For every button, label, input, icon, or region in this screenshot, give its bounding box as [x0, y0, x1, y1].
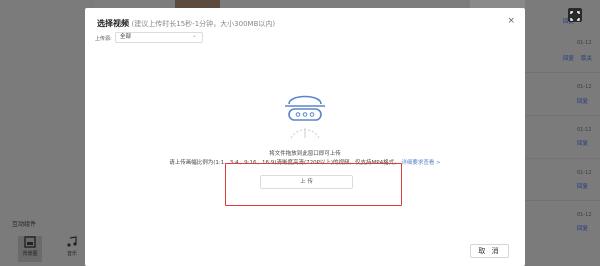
upload-cloud-icon[interactable]	[283, 88, 327, 146]
interactive-components-label: 互动组件	[12, 221, 37, 228]
background-thumbnail	[175, 0, 220, 8]
background-header-strip	[470, 0, 525, 8]
cancel-button[interactable]: 取 消	[470, 244, 509, 258]
list-unfollow-link[interactable]: 取关	[581, 54, 592, 62]
details-link[interactable]: 详细要求查看 >	[401, 160, 440, 166]
background-image-tool[interactable]: 背景图	[18, 236, 42, 262]
list-divider	[525, 72, 600, 73]
upload-source-value: 全部	[120, 34, 132, 40]
highlight-annotation	[225, 163, 402, 206]
list-reply-link[interactable]: 回复	[563, 54, 574, 62]
background-left-panel: 互动组件 背景图 音乐	[0, 0, 94, 266]
close-icon[interactable]: ×	[507, 16, 515, 26]
list-date: 01-12	[577, 40, 592, 46]
list-date: 01-12	[577, 212, 592, 218]
list-date: 01-12	[577, 127, 592, 133]
dialog-title: 选择视频 (建议上传时长15秒-1分钟，大小300MB以内)	[97, 18, 275, 29]
dialog-title-hint: (建议上传时长15秒-1分钟，大小300MB以内)	[131, 20, 276, 28]
list-reply-link[interactable]: 回复	[577, 182, 588, 190]
dialog-title-text: 选择视频	[97, 19, 129, 28]
upload-source-label: 上传源:	[95, 36, 112, 42]
list-date: 01-12	[577, 170, 592, 176]
drop-instruction: 将文件拖放到此窗口即可上传	[269, 151, 341, 157]
music-tool-label: 音乐	[66, 251, 77, 257]
background-right-panel: 回复 01-12 回复 取关 01-12 回复 01-12 回复 01-12 回…	[525, 0, 600, 266]
list-reply-link[interactable]: 回复	[577, 97, 588, 105]
upload-source-select[interactable]: 全部 ⌄	[115, 32, 203, 43]
music-tool[interactable]: 音乐	[60, 236, 84, 262]
image-icon	[24, 236, 36, 248]
expand-icon	[570, 11, 580, 21]
select-video-dialog: 选择视频 (建议上传时长15秒-1分钟，大小300MB以内) × 上传源: 全部…	[85, 8, 525, 266]
list-divider	[525, 115, 600, 116]
list-divider	[525, 158, 600, 159]
music-note-icon	[67, 236, 77, 247]
fullscreen-button[interactable]	[568, 8, 582, 22]
chevron-down-icon: ⌄	[191, 32, 197, 39]
list-reply-link[interactable]: 回复	[577, 139, 588, 147]
list-date: 01-12	[577, 84, 592, 90]
list-divider	[525, 200, 600, 201]
background-image-tool-label: 背景图	[22, 251, 38, 257]
list-reply-link[interactable]: 回复	[577, 224, 588, 232]
